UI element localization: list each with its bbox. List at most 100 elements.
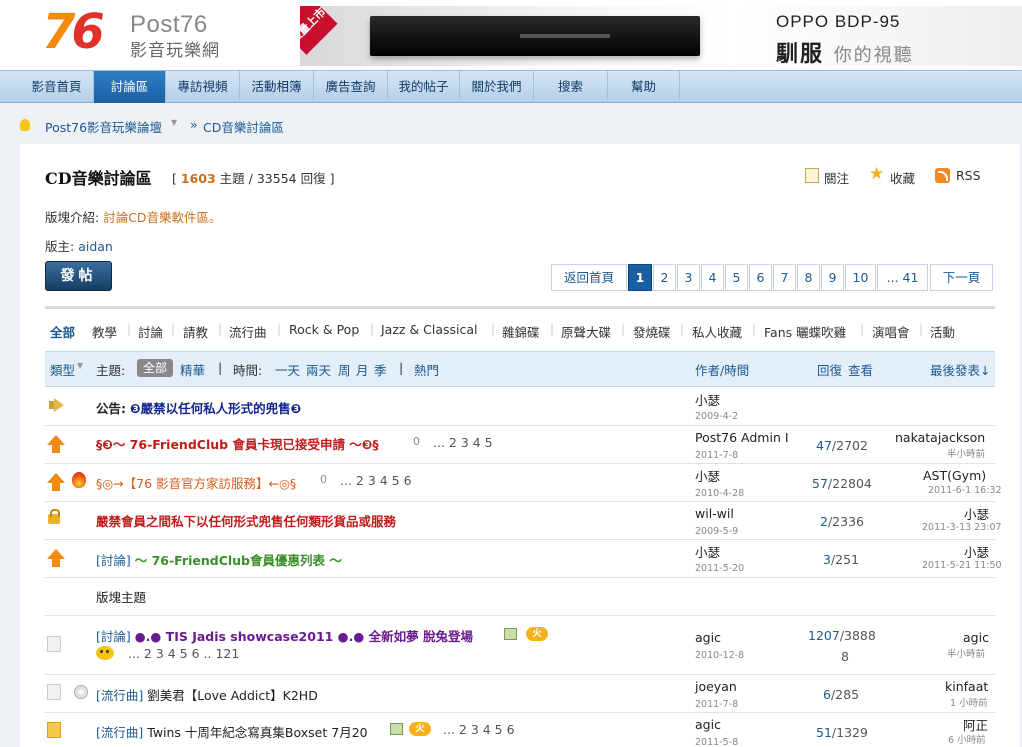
pager-page[interactable]: 10 bbox=[845, 264, 876, 291]
follow-link[interactable]: 關注 bbox=[824, 168, 849, 187]
new-post-button[interactable]: 發帖 bbox=[45, 261, 112, 291]
type-filter[interactable]: 演唱會 bbox=[872, 322, 910, 341]
chevron-down-icon[interactable]: ▼ bbox=[171, 118, 177, 127]
pager-page[interactable]: 2 bbox=[653, 264, 676, 291]
rss-link[interactable]: RSS bbox=[956, 168, 981, 183]
last-post-user[interactable]: agic bbox=[963, 630, 989, 645]
filter-all-badge[interactable]: 全部 bbox=[137, 359, 173, 377]
column-type[interactable]: 類型 bbox=[50, 360, 75, 379]
thread-author[interactable]: agic bbox=[695, 717, 721, 732]
pager-page[interactable]: 5 bbox=[725, 264, 748, 291]
type-filter[interactable]: 雜錦碟 bbox=[502, 322, 540, 341]
time-filter-month[interactable]: 月 bbox=[356, 360, 369, 379]
time-filter-two-days[interactable]: 兩天 bbox=[306, 360, 331, 379]
column-last-post[interactable]: 最後發表↓ bbox=[930, 360, 990, 379]
nav-about[interactable]: 關於我們 bbox=[460, 71, 534, 103]
type-filter-all[interactable]: 全部 bbox=[50, 322, 75, 341]
main-nav: 影音首頁 討論區 專訪視頻 活動相簿 廣告查詢 我的帖子 關於我們 搜索 幫助 bbox=[0, 70, 1022, 103]
pager-page[interactable]: 3 bbox=[677, 264, 700, 291]
breadcrumb-current[interactable]: CD音樂討論區 bbox=[203, 117, 284, 136]
last-post-user[interactable]: nakatajackson bbox=[895, 430, 985, 445]
table-row[interactable]: [流行曲] Twins 十周年紀念寫真集Boxset 7月20 bbox=[96, 722, 368, 741]
time-filter-day[interactable]: 一天 bbox=[275, 360, 300, 379]
type-filter[interactable]: 教學 bbox=[92, 322, 117, 341]
last-post-time[interactable]: 2011-6-1 16:32 bbox=[928, 485, 1002, 496]
rss-icon[interactable] bbox=[935, 168, 950, 183]
time-filter-week[interactable]: 周 bbox=[338, 360, 351, 379]
nav-albums[interactable]: 活動相簿 bbox=[240, 71, 314, 103]
column-author-time[interactable]: 作者/時間 bbox=[695, 360, 749, 379]
ad-banner[interactable]: 限量上市 OPPO BDP-95 馴服 你的視聽 bbox=[300, 6, 1022, 66]
thread-date: 2010-4-28 bbox=[695, 488, 745, 499]
disc-icon bbox=[74, 685, 88, 699]
last-post-time[interactable]: 2011-5-21 11:50 bbox=[922, 560, 1002, 571]
nav-forum[interactable]: 討論區 bbox=[94, 71, 166, 103]
favorite-link[interactable]: 收藏 bbox=[890, 168, 915, 187]
type-filter[interactable]: 討論 bbox=[138, 322, 163, 341]
last-post-user[interactable]: kinfaat bbox=[945, 679, 988, 694]
thread-pages[interactable]: ... 2 3 4 5 6 bbox=[443, 722, 515, 737]
chevron-down-icon[interactable]: ▼ bbox=[77, 361, 83, 370]
type-filter[interactable]: 請教 bbox=[183, 322, 208, 341]
nav-help[interactable]: 幫助 bbox=[608, 71, 680, 103]
thread-pages[interactable]: ... 2 3 4 5 6 .. 121 bbox=[128, 646, 239, 661]
type-filter[interactable]: 活動 bbox=[930, 322, 955, 341]
column-replies[interactable]: 回復 bbox=[817, 360, 842, 379]
thread-pages[interactable]: ... 2 3 4 5 bbox=[433, 435, 493, 450]
table-row[interactable]: §❸～ 76-FriendClub 會員卡現已接受申請 ～❸§ bbox=[96, 434, 379, 453]
column-views[interactable]: 查看 bbox=[848, 360, 873, 379]
type-filter[interactable]: 私人收藏 bbox=[692, 322, 742, 341]
last-post-time[interactable]: 半小時前 bbox=[947, 646, 985, 660]
thread-author[interactable]: 小瑟 bbox=[695, 542, 720, 561]
last-post-time[interactable]: 1 小時前 bbox=[950, 695, 988, 709]
pager-page[interactable]: 6 bbox=[749, 264, 772, 291]
last-post-time[interactable]: 2011-3-13 23:07 bbox=[922, 522, 1002, 533]
moderator-link[interactable]: aidan bbox=[78, 239, 113, 254]
time-filter-season[interactable]: 季 bbox=[374, 360, 387, 379]
pager-next[interactable]: 下一頁 bbox=[930, 264, 993, 291]
intro-link[interactable]: 討論CD音樂軟件區。 bbox=[103, 210, 221, 225]
pager-page[interactable]: 7 bbox=[773, 264, 796, 291]
thread-author[interactable]: wil-wil bbox=[695, 506, 734, 521]
follow-icon[interactable] bbox=[805, 168, 819, 183]
pager-page[interactable]: 8 bbox=[797, 264, 820, 291]
type-filter[interactable]: Fans 曬蝶吹雞 bbox=[764, 322, 846, 341]
star-icon[interactable]: ★ bbox=[869, 164, 884, 184]
type-filter[interactable]: 發燒碟 bbox=[633, 322, 671, 341]
type-filter[interactable]: Jazz & Classical bbox=[381, 322, 478, 337]
pager-back-home[interactable]: 返回首頁 bbox=[551, 264, 627, 291]
nav-my-posts[interactable]: 我的帖子 bbox=[388, 71, 460, 103]
table-row[interactable]: 嚴禁會員之間私下以任何形式兜售任何類形貨品或服務 bbox=[96, 511, 396, 530]
thread-author[interactable]: 小瑟 bbox=[695, 466, 720, 485]
last-post-user[interactable]: 小瑟 bbox=[964, 542, 989, 561]
pager-page[interactable]: 4 bbox=[701, 264, 724, 291]
site-logo[interactable]: 76 Post76 影音玩樂網 bbox=[42, 4, 242, 61]
filter-hot[interactable]: 熱門 bbox=[414, 360, 439, 379]
type-filter[interactable]: 原聲大碟 bbox=[561, 322, 611, 341]
table-row[interactable]: [流行曲] 劉美君【Love Addict】K2HD bbox=[96, 685, 318, 704]
thread-author[interactable]: 小瑟 bbox=[695, 390, 720, 409]
thread-author[interactable]: joeyan bbox=[695, 679, 737, 694]
type-filter[interactable]: 流行曲 bbox=[229, 322, 267, 341]
last-post-time[interactable]: 6 小時前 bbox=[948, 732, 986, 746]
nav-interviews[interactable]: 專訪視頻 bbox=[166, 71, 240, 103]
table-row[interactable]: [討論] ～ 76-FriendClub會員優惠列表 ～ bbox=[96, 550, 342, 569]
table-row[interactable]: 公告: ❸嚴禁以任何私人形式的兜售❸ bbox=[96, 398, 301, 417]
pager-last-page[interactable]: ... 41 bbox=[877, 264, 928, 291]
last-post-time[interactable]: 半小時前 bbox=[947, 446, 985, 460]
thread-author[interactable]: agic bbox=[695, 630, 721, 645]
nav-search[interactable]: 搜索 bbox=[534, 71, 608, 103]
table-row[interactable]: §◎→【76 影音官方家訪服務】←◎§ bbox=[96, 473, 296, 492]
nav-ads[interactable]: 廣告查詢 bbox=[314, 71, 388, 103]
last-post-user[interactable]: 小瑟 bbox=[964, 504, 989, 523]
filter-digest[interactable]: 精華 bbox=[180, 360, 205, 379]
thread-author[interactable]: Post76 Admin I bbox=[695, 430, 789, 445]
pager-page[interactable]: 1 bbox=[628, 264, 652, 291]
table-row[interactable]: [討論] ●.● TIS Jadis showcase2011 ●.● 全新如夢… bbox=[96, 626, 473, 645]
breadcrumb-forum[interactable]: Post76影音玩樂論壇 bbox=[45, 117, 162, 136]
pager-page[interactable]: 9 bbox=[821, 264, 844, 291]
thread-pages[interactable]: ... 2 3 4 5 6 bbox=[340, 473, 412, 488]
type-filter[interactable]: Rock & Pop bbox=[289, 322, 359, 337]
last-post-user[interactable]: AST(Gym) bbox=[923, 468, 986, 483]
nav-home[interactable]: 影音首頁 bbox=[20, 71, 94, 103]
